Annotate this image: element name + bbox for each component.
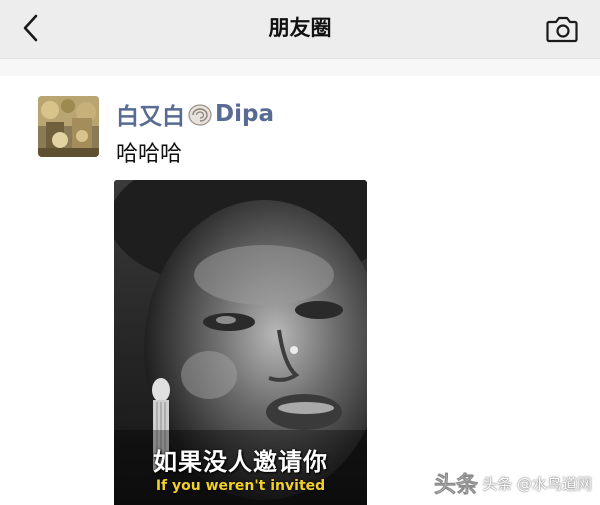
chevron-left-icon: [23, 14, 38, 42]
watermark: 头条 头条 @水鸟道网: [434, 465, 592, 501]
avatar-image: [38, 96, 99, 157]
author-name-suffix: Dipa: [215, 101, 274, 127]
avatar[interactable]: [38, 96, 99, 157]
video-subtitle-english: If you weren't invited: [155, 478, 326, 494]
page-title: 朋友圈: [268, 16, 332, 40]
post-text: 哈哈哈: [116, 142, 183, 167]
moments-screen: 朋友圈 白又白 Dipa 哈哈哈 如果没人邀请你 If you weren't …: [0, 0, 600, 505]
camera-button[interactable]: [544, 11, 580, 47]
back-button[interactable]: [14, 11, 50, 47]
video-subtitle-chinese: 如果没人邀请你: [153, 448, 328, 476]
navigation-bar: 朋友圈: [0, 0, 600, 59]
shell-icon: [187, 101, 213, 127]
svg-text:头条: 头条: [434, 472, 478, 498]
watermark-text: 头条 @水鸟道网: [482, 474, 592, 493]
moment-post: 白又白 Dipa 哈哈哈 如果没人邀请你 If you weren't invi…: [0, 76, 600, 505]
header-separator: [0, 59, 600, 76]
watermark-logo-icon: 头条: [434, 472, 478, 498]
camera-icon: [546, 16, 578, 43]
author-name[interactable]: 白又白 Dipa: [116, 97, 274, 131]
video-thumbnail[interactable]: 如果没人邀请你 If you weren't invited: [114, 180, 367, 505]
author-name-prefix: 白又白: [116, 104, 185, 130]
